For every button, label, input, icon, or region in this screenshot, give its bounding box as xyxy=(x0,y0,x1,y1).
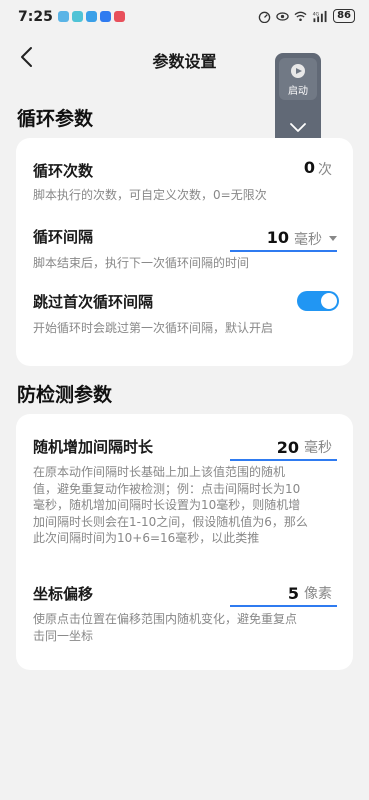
desc-line: 使原点击位置在偏移范围内随机变化，避免重复点 xyxy=(33,612,298,626)
desc-line: 击同一坐标 xyxy=(33,628,94,643)
play-icon xyxy=(291,64,305,78)
skip-first-desc: 开始循环时会跳过第一次循环间隔，默认开启 xyxy=(33,321,274,335)
desc-line: 在原本动作间隔时长基础上加上该值范围的随机 xyxy=(33,465,286,479)
status-right: 4G 86 xyxy=(258,9,355,23)
loop-count-desc: 脚本执行的次数，可自定义次数，0=无限次 xyxy=(33,188,267,202)
floating-control-panel: 启动 xyxy=(275,53,321,148)
loop-interval-underline xyxy=(230,250,337,252)
desc-line: 此次间隔时间为10+6=16毫秒，以此类推 xyxy=(33,531,260,545)
status-bar: 7:25 4G 86 xyxy=(0,0,369,36)
speed-icon xyxy=(258,11,271,23)
desc-line: 加间隔时长则会在1-10之间，假设随机值为6，那么 xyxy=(33,514,308,529)
status-time: 7:25 xyxy=(18,9,53,25)
loop-count-label: 循环次数 xyxy=(33,162,94,180)
skip-first-label: 跳过首次循环间隔 xyxy=(33,293,154,311)
loop-interval-desc: 脚本结束后，执行下一次循环间隔的时间 xyxy=(33,256,250,270)
random-interval-input[interactable]: 20 xyxy=(277,438,299,457)
notification-app-icon xyxy=(114,11,125,22)
start-button[interactable]: 启动 xyxy=(279,58,317,100)
coord-offset-input[interactable]: 5 xyxy=(288,584,299,603)
desc-line: 毫秒，随机增加间隔时长设置为10毫秒，则随机增 xyxy=(33,498,301,512)
section-title-loop: 循环参数 xyxy=(17,108,94,130)
coord-offset-unit: 像素 xyxy=(304,586,332,602)
random-interval-unit: 毫秒 xyxy=(304,440,332,456)
wifi-icon xyxy=(294,11,307,21)
coord-offset-desc: 使原点击位置在偏移范围内随机变化，避免重复点 击同一坐标 xyxy=(33,611,297,644)
notification-app-icon xyxy=(58,11,69,22)
coord-offset-underline xyxy=(230,605,337,607)
signal-icon: 4G xyxy=(313,10,327,22)
notification-app-icon xyxy=(86,11,97,22)
random-interval-desc: 在原本动作间隔时长基础上加上该值范围的随机 值，避免重复动作被检测；例：点击间隔… xyxy=(33,464,308,547)
notification-app-icon xyxy=(72,11,83,22)
skip-first-toggle[interactable] xyxy=(297,291,339,311)
random-interval-underline xyxy=(230,459,337,461)
loop-count-unit: 次 xyxy=(318,162,332,178)
notification-app-icon xyxy=(100,11,111,22)
loop-interval-input[interactable]: 10 xyxy=(267,228,289,247)
battery-indicator: 86 xyxy=(333,9,355,23)
eye-icon xyxy=(276,11,289,21)
notification-icons xyxy=(58,11,125,22)
loop-count-input[interactable]: 0 xyxy=(304,158,315,177)
section-title-anti-detect: 防检测参数 xyxy=(17,384,113,406)
start-label: 启动 xyxy=(288,86,308,97)
coord-offset-label: 坐标偏移 xyxy=(33,585,94,603)
loop-interval-label: 循环间隔 xyxy=(33,228,94,246)
dropdown-caret-icon[interactable] xyxy=(329,236,337,241)
desc-line: 值，避免重复动作被检测；例：点击间隔时长为10 xyxy=(33,481,301,496)
random-interval-label: 随机增加间隔时长 xyxy=(33,438,154,456)
toggle-knob xyxy=(321,293,337,309)
loop-interval-unit: 毫秒 xyxy=(294,232,322,248)
loop-params-card: 循环次数 0 次 脚本执行的次数，可自定义次数，0=无限次 循环间隔 10 毫秒… xyxy=(16,138,353,366)
anti-detect-card: 随机增加间隔时长 20 毫秒 在原本动作间隔时长基础上加上该值范围的随机 值，避… xyxy=(16,414,353,670)
